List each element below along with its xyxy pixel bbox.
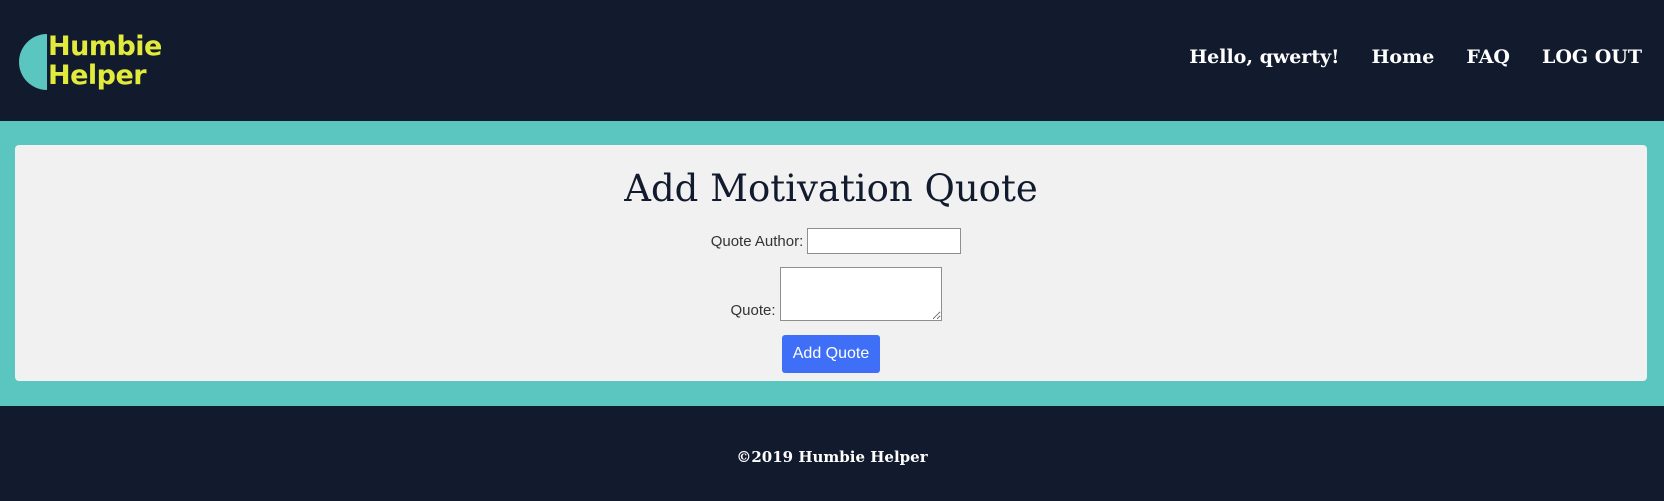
author-input[interactable] (807, 228, 962, 254)
copyright-text: ©2019 Humbie Helper (736, 448, 928, 466)
site-footer: ©2019 Humbie Helper (0, 406, 1664, 501)
site-header: Humbie Helper Hello, qwerty! Home FAQ LO… (0, 0, 1664, 121)
add-quote-button[interactable]: Add Quote (782, 335, 880, 373)
user-greeting: Hello, qwerty! (1189, 46, 1340, 68)
logo-line-2: Helper (48, 60, 147, 91)
quote-row: Quote: (15, 267, 1647, 321)
quote-label: Quote: (730, 302, 776, 319)
nav-logout-link[interactable]: LOG OUT (1542, 46, 1642, 68)
site-logo[interactable]: Humbie Helper (19, 32, 169, 98)
logo-line-1: Humbie (48, 31, 162, 62)
quote-textarea[interactable] (779, 267, 942, 321)
logo-text: Humbie Helper (48, 32, 162, 90)
content-band: Add Motivation Quote Quote Author: Quote… (0, 121, 1664, 406)
add-quote-form: Add Motivation Quote Quote Author: Quote… (15, 145, 1647, 381)
author-label: Quote Author: (710, 232, 804, 250)
nav-home-link[interactable]: Home (1371, 46, 1434, 68)
main-nav: Hello, qwerty! Home FAQ LOG OUT (1189, 46, 1642, 68)
nav-faq-link[interactable]: FAQ (1466, 46, 1510, 68)
author-row: Quote Author: (15, 228, 1647, 254)
page-title: Add Motivation Quote (624, 167, 1038, 210)
